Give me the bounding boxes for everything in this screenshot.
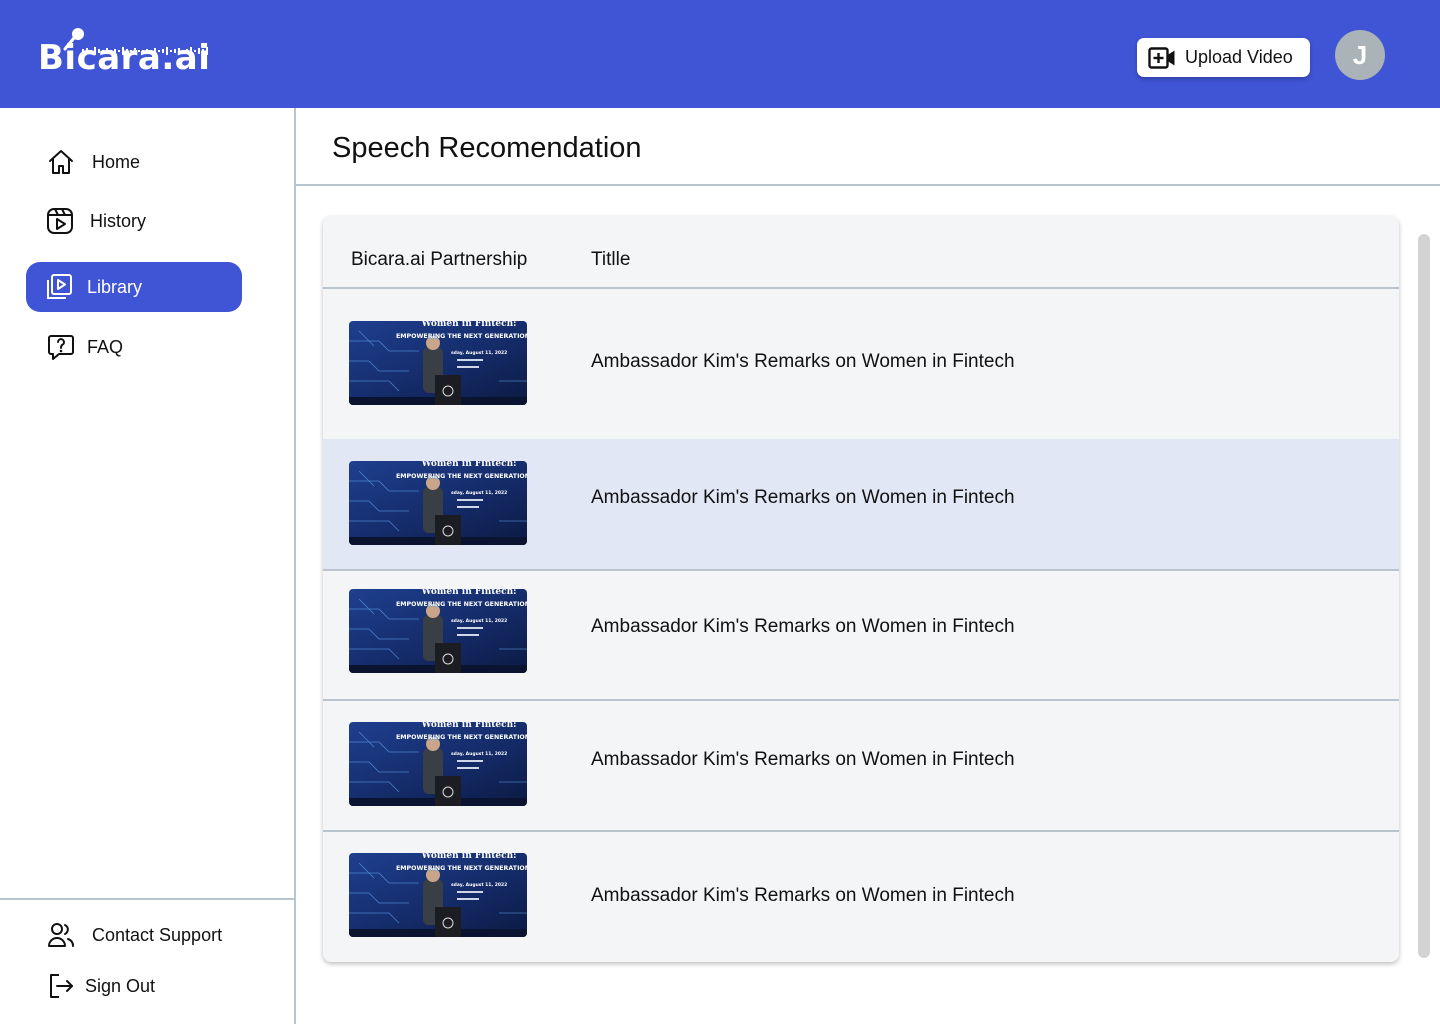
thumbnail-title: Women in Fintech: [421,589,517,597]
column-header-partnership: Bicara.ai Partnership [351,249,528,270]
history-icon [45,206,75,236]
sidebar-item-faq[interactable]: FAQ [26,322,242,372]
avatar-initial: J [1352,39,1368,70]
table-row[interactable]: Women in Fintech: EMPOWERING THE NEXT GEN… [323,289,1399,439]
table-row[interactable]: Women in Fintech: EMPOWERING THE NEXT GEN… [323,830,1399,962]
video-title[interactable]: Ambassador Kim's Remarks on Women in Fin… [591,885,1015,907]
column-header-title: Titlle [591,249,631,270]
thumbnail-subtitle: EMPOWERING THE NEXT GENERATION [396,333,527,340]
logo-text: Bicara.ai [38,38,211,78]
sign-out-icon [46,971,76,1001]
contact-support-label: Contact Support [92,924,223,945]
faq-icon [46,332,76,362]
video-title[interactable]: Ambassador Kim's Remarks on Women in Fin… [591,487,1015,509]
video-thumbnail[interactable]: Women in Fintech: EMPOWERING THE NEXT GEN… [349,321,527,405]
sidebar-item-label: FAQ [87,336,124,357]
sidebar-item-history[interactable]: History [26,196,242,246]
sidebar-divider [0,898,294,900]
thumbnail-date: sday, August 11, 2022 [451,751,507,757]
thumbnail-title: Women in Fintech: [421,461,517,469]
video-thumbnail[interactable]: Women in Fintech: EMPOWERING THE NEXT GEN… [349,461,527,545]
title-divider [296,184,1440,186]
sidebar-item-label: History [90,210,147,231]
home-icon [46,147,76,177]
thumbnail-date: sday, August 11, 2022 [451,350,507,356]
speech-table: Bicara.ai Partnership Titlle Women in Fi… [323,216,1399,962]
thumbnail-subtitle: EMPOWERING THE NEXT GENERATION [396,601,527,608]
top-bar: Bicara.ai Upload Video J [0,0,1440,108]
sign-out-label: Sign Out [85,975,156,996]
contact-support-button[interactable]: Contact Support [26,910,242,960]
thumbnail-subtitle: EMPOWERING THE NEXT GENERATION [396,865,527,872]
upload-video-button[interactable]: Upload Video [1137,38,1310,77]
thumbnail-subtitle: EMPOWERING THE NEXT GENERATION [396,734,527,741]
sidebar-item-home[interactable]: Home [26,137,242,187]
video-thumbnail[interactable]: Women in Fintech: EMPOWERING THE NEXT GEN… [349,722,527,806]
page-title: Speech Recomendation [332,132,642,164]
table-row[interactable]: Women in Fintech: EMPOWERING THE NEXT GEN… [323,569,1399,699]
thumbnail-title: Women in Fintech: [421,321,517,329]
sidebar-item-library[interactable]: Library [26,262,242,312]
video-title[interactable]: Ambassador Kim's Remarks on Women in Fin… [591,351,1015,373]
thumbnail-title: Women in Fintech: [421,853,517,861]
sign-out-button[interactable]: Sign Out [26,961,242,1011]
contact-support-icon [46,920,76,950]
video-title[interactable]: Ambassador Kim's Remarks on Women in Fin… [591,616,1015,638]
sidebar: Home History Library FAQ Contact Support… [0,108,296,1024]
bicara-logo[interactable]: Bicara.ai [38,26,213,84]
library-icon [44,272,74,302]
table-row[interactable]: Women in Fintech: EMPOWERING THE NEXT GEN… [323,439,1399,569]
thumbnail-date: sday, August 11, 2022 [451,618,507,624]
thumbnail-date: sday, August 11, 2022 [451,882,507,888]
table-row[interactable]: Women in Fintech: EMPOWERING THE NEXT GEN… [323,699,1399,830]
upload-video-label: Upload Video [1185,47,1293,67]
thumbnail-subtitle: EMPOWERING THE NEXT GENERATION [396,473,527,480]
sidebar-item-label: Library [87,276,143,297]
sidebar-item-label: Home [92,151,141,172]
user-avatar[interactable]: J [1335,30,1385,80]
thumbnail-date: sday, August 11, 2022 [451,490,507,496]
video-thumbnail[interactable]: Women in Fintech: EMPOWERING THE NEXT GEN… [349,589,527,673]
thumbnail-title: Women in Fintech: [421,722,517,730]
video-add-icon [1148,46,1175,69]
video-thumbnail[interactable]: Women in Fintech: EMPOWERING THE NEXT GEN… [349,853,527,937]
scrollbar[interactable] [1418,234,1430,958]
video-title[interactable]: Ambassador Kim's Remarks on Women in Fin… [591,749,1015,771]
